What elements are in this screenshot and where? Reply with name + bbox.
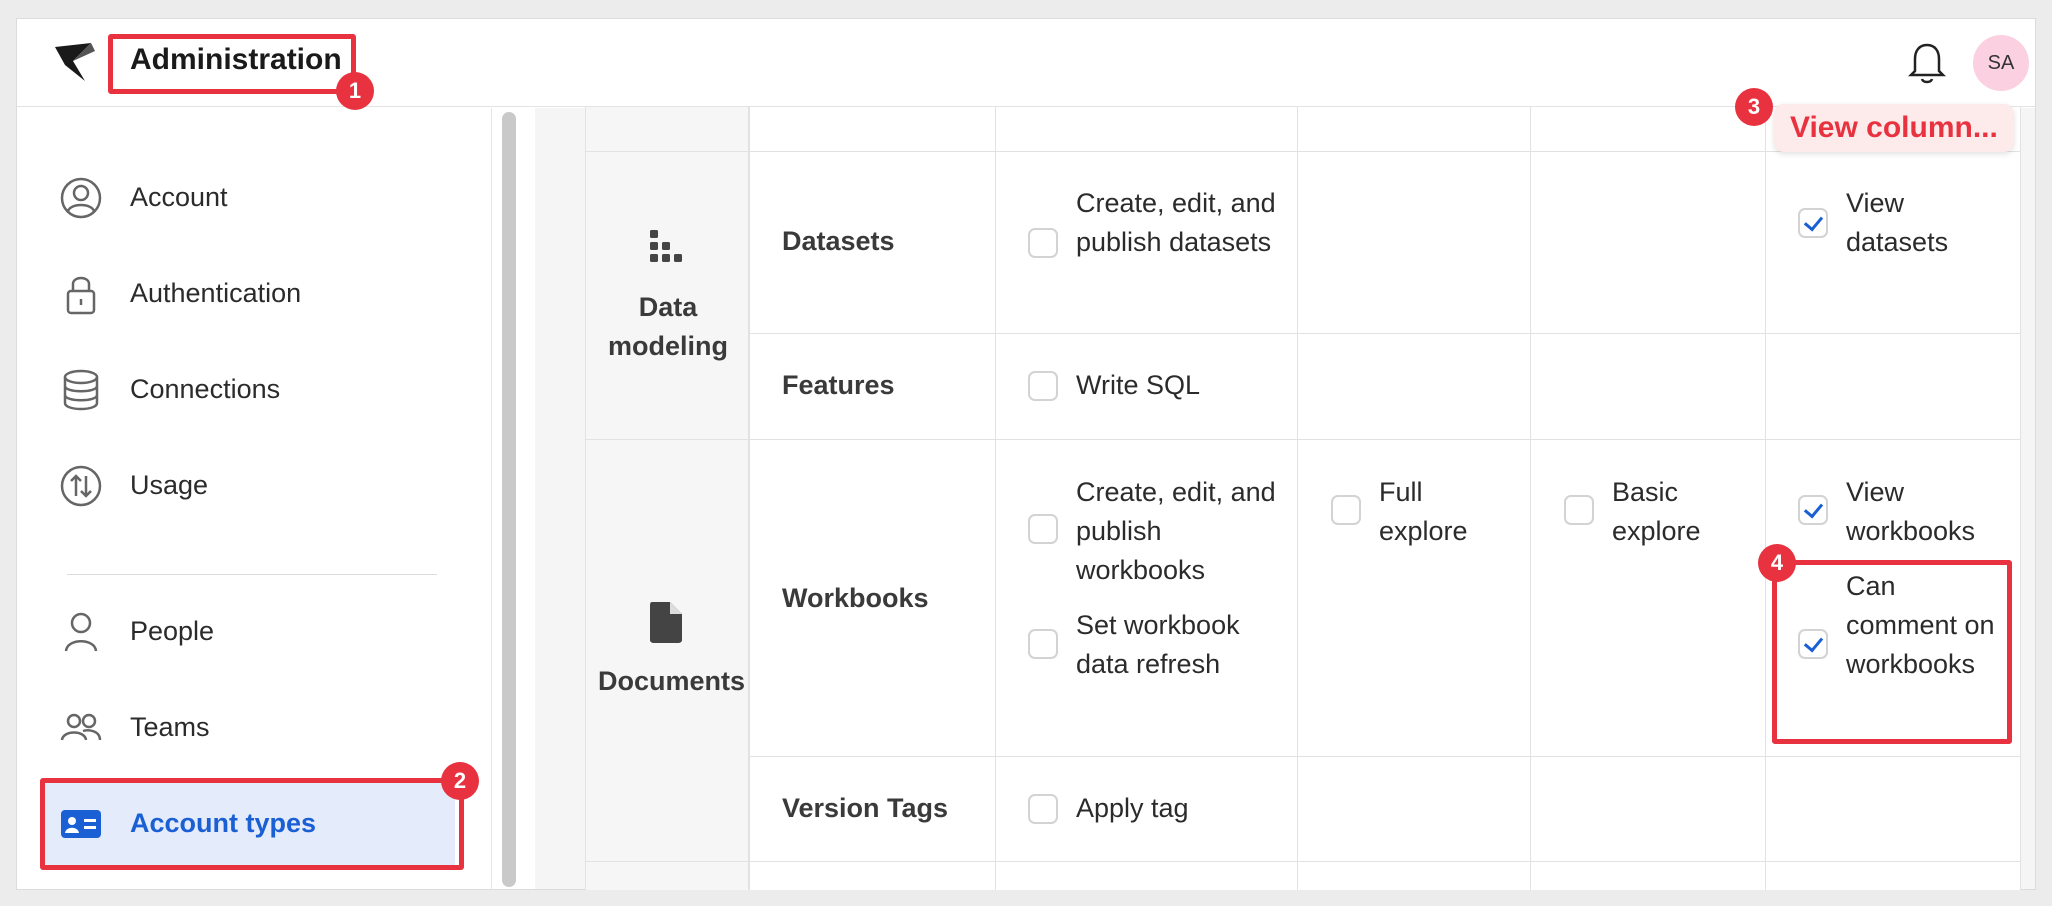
checkbox-apply-tag[interactable] xyxy=(1028,794,1058,824)
annotation-badge-2: 2 xyxy=(441,762,479,800)
sidebar-item-label: Connections xyxy=(130,374,281,404)
grid-line xyxy=(1297,107,1298,890)
sidebar-item-teams[interactable]: Teams xyxy=(17,686,457,770)
row-label-version-tags: Version Tags xyxy=(782,793,949,823)
checkbox-label: Basic explore xyxy=(1612,477,1701,546)
checkbox-view-workbooks[interactable] xyxy=(1798,495,1828,525)
sidebar-item-label: People xyxy=(130,616,215,646)
sidebar-item-people[interactable]: People xyxy=(17,590,457,674)
sidebar-item-account[interactable]: Account xyxy=(17,156,457,240)
grid-line xyxy=(1530,107,1531,890)
category-label-documents: Documents xyxy=(598,666,746,696)
sidebar-item-connections[interactable]: Connections xyxy=(17,348,457,432)
checkbox-full-explore[interactable] xyxy=(1331,495,1361,525)
checkbox-create-workbooks[interactable] xyxy=(1028,514,1058,544)
checkbox-label: Write SQL xyxy=(1076,370,1201,400)
data-modeling-icon xyxy=(650,230,682,262)
person-icon xyxy=(64,612,98,652)
teams-icon xyxy=(60,713,102,741)
checkbox-label: Create, edit, and publish workbooks xyxy=(1076,477,1276,585)
checkbox-label: View workbooks xyxy=(1846,477,1976,546)
lock-icon xyxy=(66,276,96,315)
sigma-logo-icon[interactable] xyxy=(51,41,99,85)
grid-line xyxy=(749,107,750,890)
usage-arrows-icon xyxy=(60,465,102,507)
row-label-datasets: Datasets xyxy=(782,226,895,256)
grid-line xyxy=(585,439,2021,440)
annotation-badge-4: 4 xyxy=(1758,544,1796,582)
grid-line xyxy=(749,333,2021,334)
row-label-features: Features xyxy=(782,370,895,400)
grid-line xyxy=(995,107,996,890)
annotation-box-title xyxy=(108,34,356,94)
sidebar: Account Authentication Connections Usage… xyxy=(17,108,491,889)
checkbox-basic-explore[interactable] xyxy=(1564,495,1594,525)
user-avatar[interactable]: SA xyxy=(1973,35,2029,91)
checkbox-label: Create, edit, and publish datasets xyxy=(1076,188,1276,257)
document-icon xyxy=(650,602,682,643)
column-tooltip: View column... xyxy=(1774,104,2014,152)
annotation-box-account-types xyxy=(40,778,464,870)
category-label-data-modeling: Data modeling xyxy=(608,292,728,361)
grid-line xyxy=(585,861,2021,862)
checkbox-label: Set workbook data refresh xyxy=(1076,610,1240,679)
sidebar-scrollbar-thumb[interactable] xyxy=(502,112,516,887)
checkbox-create-datasets[interactable] xyxy=(1028,228,1058,258)
sidebar-item-label: Authentication xyxy=(130,278,302,308)
sidebar-item-label: Usage xyxy=(130,470,209,500)
sidebar-item-label: Account xyxy=(130,182,228,212)
annotation-badge-3: 3 xyxy=(1735,88,1773,126)
category-column xyxy=(585,107,749,890)
grid-line xyxy=(1765,107,1766,890)
checkbox-label: Full explore xyxy=(1379,477,1468,546)
annotation-badge-1: 1 xyxy=(336,72,374,110)
grid-line xyxy=(749,756,2021,757)
checkbox-label: Apply tag xyxy=(1076,793,1189,823)
database-icon xyxy=(63,369,99,411)
sidebar-item-label: Teams xyxy=(130,712,210,742)
sidebar-item-usage[interactable]: Usage xyxy=(17,444,457,528)
user-circle-icon xyxy=(60,177,102,219)
checkbox-write-sql[interactable] xyxy=(1028,371,1058,401)
grid-line xyxy=(585,107,586,890)
annotation-box-comment xyxy=(1772,560,2012,744)
sidebar-divider xyxy=(67,574,437,575)
row-label-workbooks: Workbooks xyxy=(782,583,929,613)
notifications-bell-icon[interactable] xyxy=(1907,39,1947,87)
grid-line xyxy=(2020,107,2021,890)
checkbox-label: View datasets xyxy=(1846,188,1949,257)
checkbox-view-datasets[interactable] xyxy=(1798,208,1828,238)
checkbox-set-workbook-refresh[interactable] xyxy=(1028,629,1058,659)
sidebar-item-authentication[interactable]: Authentication xyxy=(17,252,457,336)
